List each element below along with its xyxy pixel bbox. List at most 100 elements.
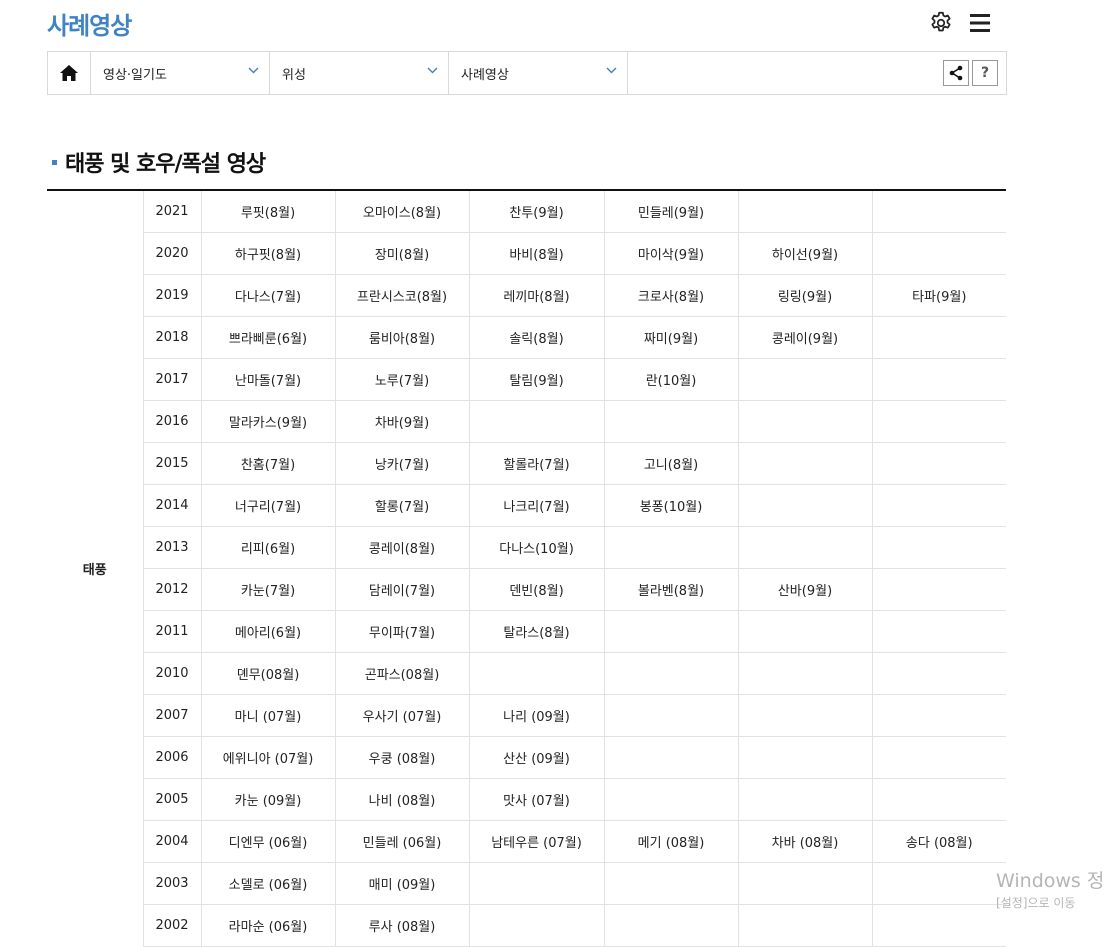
typhoon-link[interactable]: 차바 (08월) (737, 820, 872, 863)
typhoon-link[interactable]: 할롤라(7월) (468, 442, 604, 485)
top-icons (928, 10, 992, 36)
typhoon-link[interactable]: 룸비아(8월) (334, 316, 469, 359)
typhoon-link[interactable]: 루사 (08월) (334, 904, 469, 947)
typhoon-link[interactable]: 에위니아 (07월) (200, 736, 335, 779)
category-cell: 태풍 (82, 563, 107, 579)
typhoon-link[interactable]: 리피(6월) (200, 526, 335, 569)
home-button[interactable] (48, 52, 91, 94)
share-button[interactable] (943, 60, 969, 86)
typhoon-link[interactable]: 뎬무(08월) (200, 652, 335, 695)
typhoon-link[interactable]: 담레이(7월) (334, 568, 469, 611)
typhoon-link[interactable]: 남테우른 (07월) (468, 820, 604, 863)
typhoon-link[interactable]: 매미 (09월) (334, 862, 469, 905)
chevron-down-icon (427, 67, 438, 74)
empty-cell (603, 400, 738, 443)
empty-cell (603, 862, 738, 905)
location-actions: ? (943, 52, 1006, 94)
typhoon-link[interactable]: 하이선(9월) (737, 232, 872, 275)
typhoon-link[interactable]: 맛사 (07월) (468, 778, 604, 821)
typhoon-link[interactable]: 바비(8월) (468, 232, 604, 275)
empty-cell (737, 400, 872, 443)
typhoon-link[interactable]: 마니 (07월) (200, 694, 335, 737)
help-button[interactable]: ? (972, 60, 998, 86)
typhoon-link[interactable]: 봉퐁(10월) (603, 484, 738, 527)
location-select-page[interactable]: 사례영상 (449, 52, 628, 94)
typhoon-link[interactable]: 송다 (08월) (871, 820, 1006, 863)
typhoon-link[interactable]: 볼라벤(8월) (603, 568, 738, 611)
typhoon-link[interactable]: 루핏(8월) (200, 191, 335, 233)
typhoon-link[interactable]: 민들레 (06월) (334, 820, 469, 863)
typhoon-link[interactable]: 타파(9월) (871, 274, 1006, 317)
typhoon-link[interactable]: 무이파(7월) (334, 610, 469, 653)
typhoon-link[interactable]: 찬투(9월) (468, 191, 604, 233)
year-cell: 2014 (142, 484, 201, 527)
typhoon-link[interactable]: 다나스(10월) (468, 526, 604, 569)
section-title-text: 태풍 및 호우/폭설 영상 (65, 152, 266, 177)
location-select-category[interactable]: 영상·일기도 (91, 52, 270, 94)
typhoon-link[interactable]: 쁘라삐룬(6월) (200, 316, 335, 359)
table-row: 2003 소델로 (06월) 매미 (09월) (47, 862, 1006, 905)
table-row: 2020 하구핏(8월) 장미(8월) 바비(8월) 마이삭(9월) 하이선(9월) (47, 232, 1006, 275)
typhoon-link[interactable]: 민들레(9월) (603, 191, 738, 233)
typhoon-link[interactable]: 링링(9월) (737, 274, 872, 317)
typhoon-link[interactable]: 나크리(7월) (468, 484, 604, 527)
typhoon-link[interactable]: 콩레이(9월) (737, 316, 872, 359)
typhoon-link[interactable]: 나비 (08월) (334, 778, 469, 821)
typhoon-link[interactable]: 오마이스(8월) (334, 191, 469, 233)
share-icon (949, 65, 963, 81)
empty-cell (603, 652, 738, 695)
empty-cell (603, 610, 738, 653)
empty-cell (468, 904, 604, 947)
typhoon-link[interactable]: 할롱(7월) (334, 484, 469, 527)
typhoon-link[interactable]: 낭카(7월) (334, 442, 469, 485)
typhoon-link[interactable]: 너구리(7월) (200, 484, 335, 527)
typhoon-link[interactable]: 짜미(9월) (603, 316, 738, 359)
typhoon-link[interactable]: 라마순 (06월) (200, 904, 335, 947)
empty-cell (871, 191, 1006, 233)
typhoon-link[interactable]: 콩레이(8월) (334, 526, 469, 569)
menu-button[interactable] (968, 11, 992, 35)
empty-cell (871, 736, 1006, 779)
typhoon-link[interactable]: 카눈(7월) (200, 568, 335, 611)
typhoon-link[interactable]: 솔릭(8월) (468, 316, 604, 359)
year-cell: 2012 (142, 568, 201, 611)
typhoon-link[interactable]: 하구핏(8월) (200, 232, 335, 275)
empty-cell (468, 862, 604, 905)
typhoon-link[interactable]: 덴빈(8월) (468, 568, 604, 611)
settings-button[interactable] (928, 10, 954, 36)
typhoon-link[interactable]: 나리 (09월) (468, 694, 604, 737)
typhoon-link[interactable]: 소델로 (06월) (200, 862, 335, 905)
table-row: 2016 말라카스(9월) 차바(9월) (47, 400, 1006, 443)
typhoon-link[interactable]: 우사기 (07월) (334, 694, 469, 737)
typhoon-link[interactable]: 카눈 (09월) (200, 778, 335, 821)
empty-cell (603, 736, 738, 779)
typhoon-link[interactable]: 마이삭(9월) (603, 232, 738, 275)
typhoon-link[interactable]: 산바(9월) (737, 568, 872, 611)
typhoon-link[interactable]: 차바(9월) (334, 400, 469, 443)
typhoon-link[interactable]: 난마돌(7월) (200, 358, 335, 401)
typhoon-link[interactable]: 장미(8월) (334, 232, 469, 275)
typhoon-link[interactable]: 고니(8월) (603, 442, 738, 485)
typhoon-link[interactable]: 산산 (09월) (468, 736, 604, 779)
year-cell: 2016 (142, 400, 201, 443)
year-cell: 2002 (142, 904, 201, 947)
location-select-type[interactable]: 위성 (270, 52, 449, 94)
typhoon-link[interactable]: 메기 (08월) (603, 820, 738, 863)
typhoon-link[interactable]: 디엔무 (06월) (200, 820, 335, 863)
typhoon-link[interactable]: 크로사(8월) (603, 274, 738, 317)
typhoon-link[interactable]: 말라카스(9월) (200, 400, 335, 443)
typhoon-link[interactable]: 노루(7월) (334, 358, 469, 401)
table-row: 2010 뎬무(08월) 곤파스(08월) (47, 652, 1006, 695)
typhoon-link[interactable]: 찬홈(7월) (200, 442, 335, 485)
typhoon-link[interactable]: 다나스(7월) (200, 274, 335, 317)
typhoon-link[interactable]: 탈림(9월) (468, 358, 604, 401)
year-cell: 2018 (142, 316, 201, 359)
typhoon-link[interactable]: 란(10월) (603, 358, 738, 401)
typhoon-link[interactable]: 탈라스(8월) (468, 610, 604, 653)
typhoon-link[interactable]: 메아리(6월) (200, 610, 335, 653)
typhoon-link[interactable]: 프란시스코(8월) (334, 274, 469, 317)
typhoon-link[interactable]: 우쿵 (08월) (334, 736, 469, 779)
typhoon-link[interactable]: 레끼마(8월) (468, 274, 604, 317)
gear-icon (931, 11, 951, 32)
typhoon-link[interactable]: 곤파스(08월) (334, 652, 469, 695)
